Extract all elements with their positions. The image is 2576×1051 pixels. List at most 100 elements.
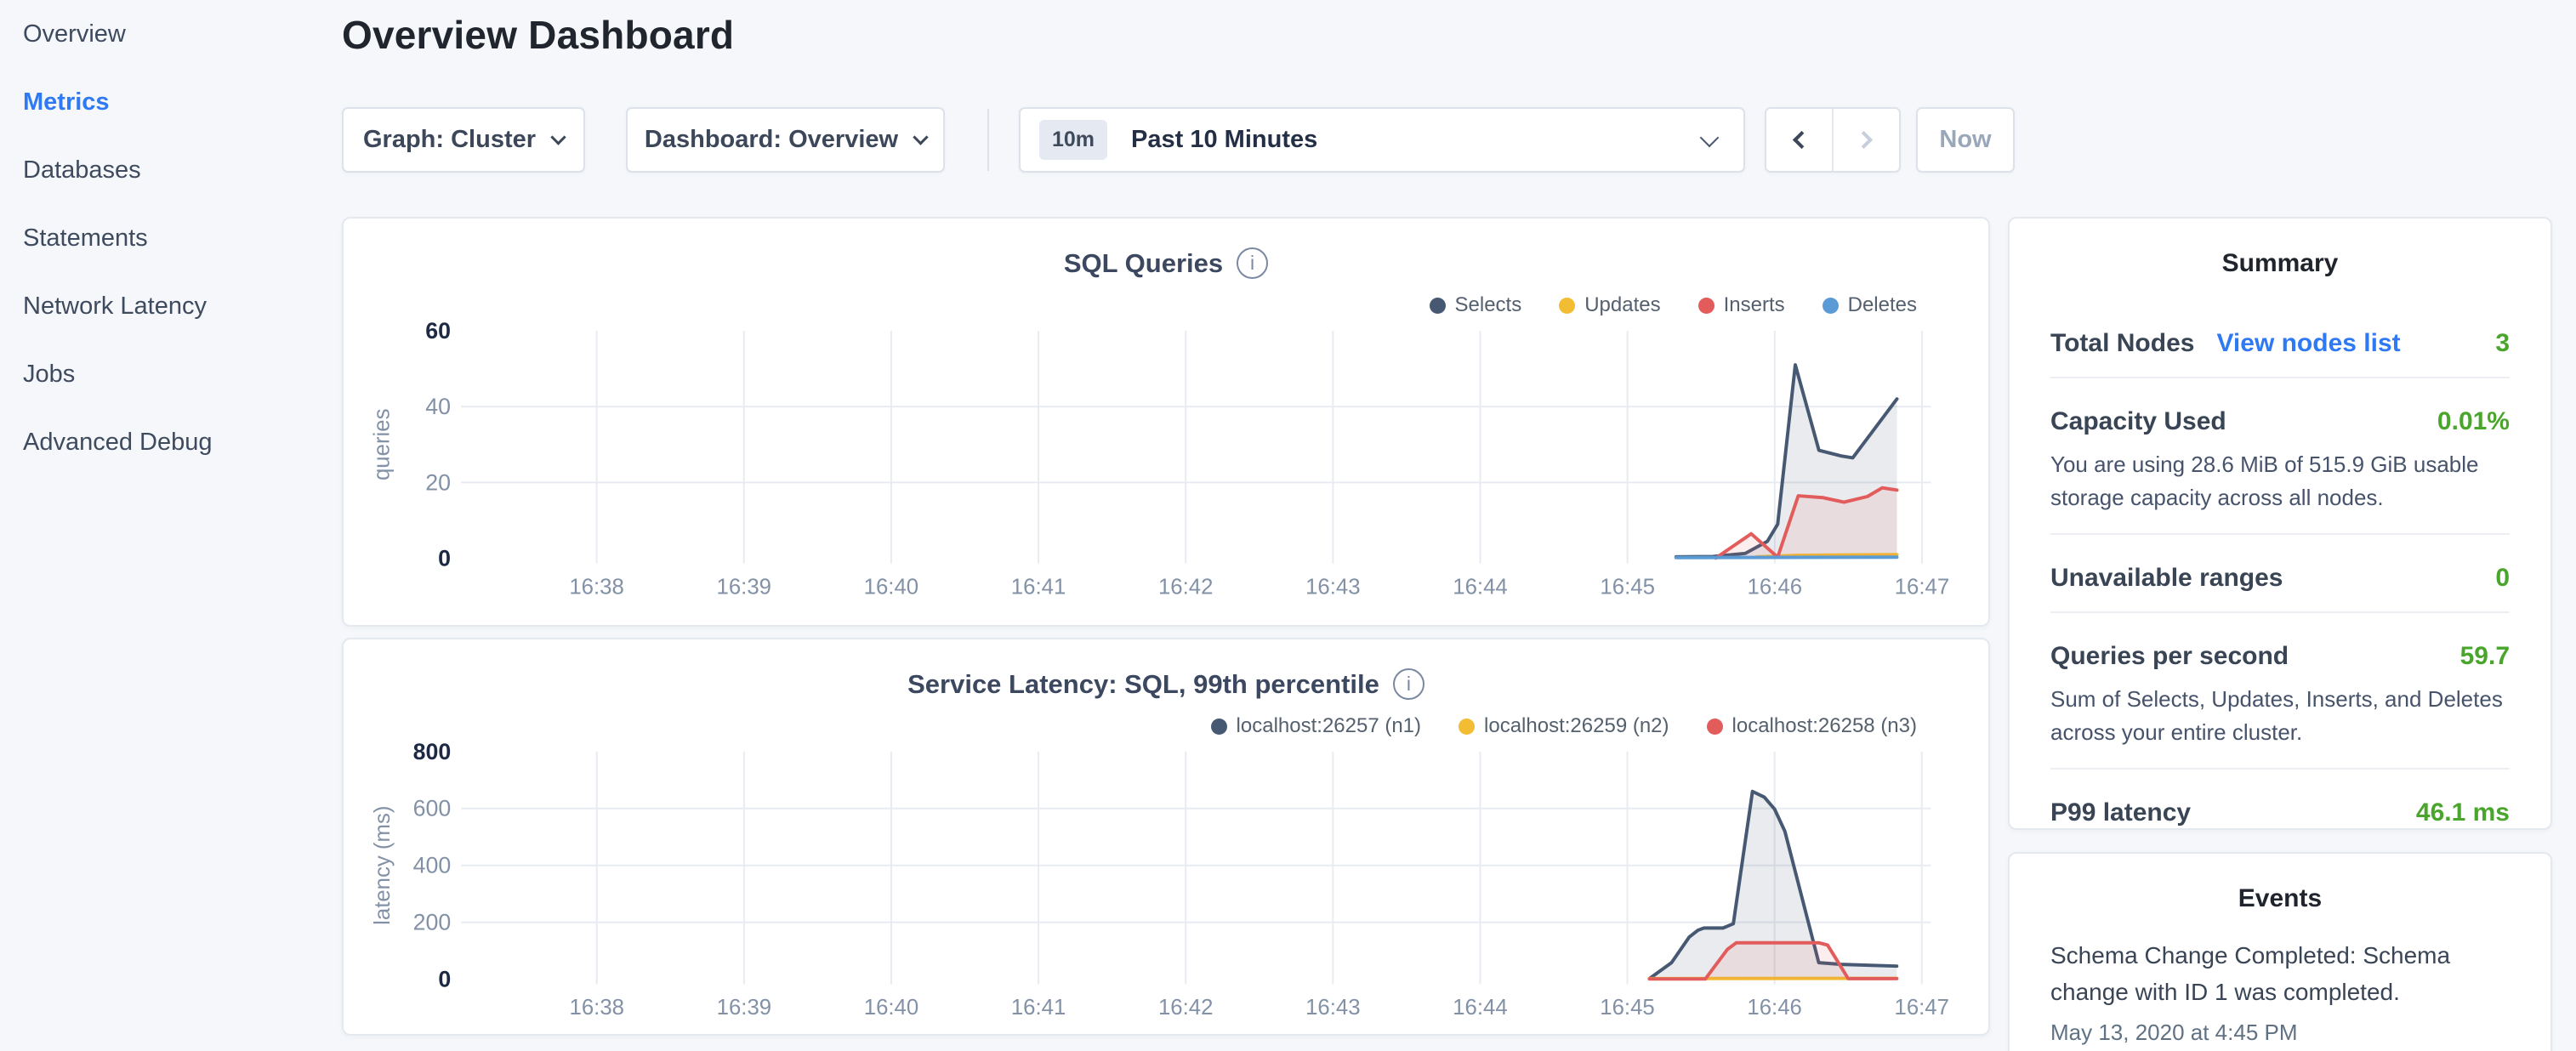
view-nodes-list-link[interactable]: View nodes list (2216, 329, 2400, 358)
summary-row-value: 0 (2495, 564, 2510, 593)
event-list: Schema Change Completed: Schema change w… (2050, 937, 2510, 1046)
legend-dot (1707, 719, 1723, 735)
controls-divider (987, 109, 989, 171)
svg-text:16:45: 16:45 (1600, 575, 1654, 599)
chevron-left-icon (1793, 131, 1811, 149)
event-text: Schema Change Completed: Schema change w… (2050, 937, 2510, 1011)
svg-text:16:46: 16:46 (1747, 996, 1801, 1020)
svg-text:16:41: 16:41 (1011, 996, 1066, 1020)
graph-dropdown-label: Graph: Cluster (363, 126, 536, 154)
svg-text:16:39: 16:39 (717, 996, 771, 1020)
summary-row-total-nodes: Total Nodes View nodes list 3 (2050, 312, 2510, 378)
summary-row-label: Capacity Used (2050, 407, 2226, 436)
sidebar-item-metrics[interactable]: Metrics (0, 68, 333, 136)
svg-text:16:39: 16:39 (717, 575, 771, 599)
legend-label: Inserts (1724, 293, 1785, 317)
time-range-label: Past 10 Minutes (1131, 126, 1317, 154)
summary-row-label: Total Nodes (2050, 329, 2194, 358)
info-icon[interactable]: i (1237, 247, 1268, 279)
event-item[interactable]: Schema Change Completed: Schema change w… (2050, 937, 2510, 1046)
info-icon[interactable]: i (1393, 668, 1424, 700)
svg-text:200: 200 (413, 910, 452, 935)
chevron-right-icon (1855, 131, 1873, 149)
chevron-down-icon (1700, 128, 1720, 147)
legend-label: localhost:26259 (n2) (1484, 714, 1669, 738)
chevron-down-icon (550, 129, 566, 145)
sql-queries-plot: 16:3816:3916:4016:4116:4216:4316:4416:45… (344, 219, 1988, 625)
summary-panel: Summary Total Nodes View nodes list 3 Capac… (2008, 217, 2552, 830)
sidebar-item-advanced-debug[interactable]: Advanced Debug (0, 408, 333, 476)
events-title: Events (2010, 884, 2550, 913)
legend-dot (1559, 298, 1575, 314)
legend-item-localhost-26258-n3: localhost:26258 (n3) (1707, 714, 1917, 738)
legend-item-localhost-26259-n2: localhost:26259 (n2) (1459, 714, 1669, 738)
summary-row-unavailable-ranges: Unavailable ranges 0 (2050, 535, 2510, 613)
legend-dot (1211, 719, 1227, 735)
graph-dropdown[interactable]: Graph: Cluster (342, 107, 585, 173)
time-prev-button[interactable] (1766, 109, 1832, 171)
summary-rows: Total Nodes View nodes list 3 Capacity Used… (2050, 312, 2510, 846)
svg-text:16:44: 16:44 (1453, 996, 1507, 1020)
svg-text:16:44: 16:44 (1453, 575, 1507, 599)
time-range-badge: 10m (1039, 120, 1107, 160)
legend-dot (1430, 298, 1446, 314)
sidebar-item-overview[interactable]: Overview (0, 0, 333, 68)
sidebar-item-network-latency[interactable]: Network Latency (0, 272, 333, 340)
svg-text:16:45: 16:45 (1600, 996, 1654, 1020)
summary-row-value: 3 (2495, 329, 2510, 358)
dashboard-dropdown-label: Dashboard: Overview (645, 126, 898, 154)
chart-legend: localhost:26257 (n1) localhost:26259 (n2)… (1211, 714, 1917, 738)
svg-text:600: 600 (413, 796, 452, 821)
legend-label: localhost:26257 (n1) (1237, 714, 1421, 738)
svg-text:latency (ms): latency (ms) (371, 806, 395, 925)
svg-text:16:40: 16:40 (864, 575, 918, 599)
svg-text:60: 60 (425, 318, 451, 344)
summary-row-value: 59.7 (2460, 642, 2510, 671)
chevron-down-icon (913, 129, 928, 145)
svg-text:800: 800 (413, 739, 452, 764)
chart-title: Service Latency: SQL, 99th percentile (907, 669, 1379, 700)
summary-row-description: You are using 28.6 MiB of 515.9 GiB usab… (2050, 448, 2510, 514)
page-title: Overview Dashboard (342, 12, 734, 58)
service-latency-chart-card: 16:3816:3916:4016:4116:4216:4316:4416:45… (342, 638, 1990, 1036)
legend-item-selects: Selects (1430, 293, 1522, 317)
svg-text:0: 0 (438, 546, 451, 571)
legend-label: Deletes (1848, 293, 1917, 317)
sidebar-item-jobs[interactable]: Jobs (0, 340, 333, 408)
legend-label: Updates (1584, 293, 1660, 317)
summary-row-label: Unavailable ranges (2050, 564, 2283, 593)
chart-title: SQL Queries (1064, 248, 1223, 279)
events-panel: Events Schema Change Completed: Schema c… (2008, 852, 2552, 1051)
summary-row-value: 0.01% (2437, 407, 2510, 436)
svg-text:16:42: 16:42 (1158, 996, 1213, 1020)
summary-row-value: 46.1 ms (2416, 798, 2510, 827)
svg-text:40: 40 (425, 394, 451, 419)
summary-title: Summary (2010, 249, 2550, 278)
svg-text:16:40: 16:40 (864, 996, 918, 1020)
svg-text:16:41: 16:41 (1011, 575, 1066, 599)
summary-row-p99-latency: P99 latency 46.1 ms (2050, 770, 2510, 846)
legend-dot (1823, 298, 1839, 314)
svg-text:16:47: 16:47 (1895, 575, 1949, 599)
event-timestamp: May 13, 2020 at 4:45 PM (2050, 1020, 2510, 1046)
now-button[interactable]: Now (1916, 107, 2015, 173)
svg-text:16:46: 16:46 (1748, 575, 1802, 599)
svg-text:16:38: 16:38 (569, 575, 623, 599)
summary-row-description: Sum of Selects, Updates, Inserts, and De… (2050, 683, 2510, 749)
sql-queries-chart-card: 16:3816:3916:4016:4116:4216:4316:4416:45… (342, 217, 1990, 627)
sidebar-item-databases[interactable]: Databases (0, 136, 333, 204)
svg-text:20: 20 (425, 469, 451, 495)
time-range-selector[interactable]: 10m Past 10 Minutes (1019, 107, 1745, 173)
sidebar-nav: OverviewMetricsDatabasesStatementsNetwor… (0, 0, 333, 1051)
legend-item-updates: Updates (1559, 293, 1660, 317)
legend-item-inserts: Inserts (1698, 293, 1785, 317)
summary-row-label: P99 latency (2050, 798, 2191, 827)
legend-label: Selects (1455, 293, 1522, 317)
time-next-button[interactable] (1832, 109, 1899, 171)
summary-row-capacity-used: Capacity Used 0.01% You are using 28.6 MiB… (2050, 378, 2510, 535)
legend-item-localhost-26257-n1: localhost:26257 (n1) (1211, 714, 1421, 738)
sidebar-item-statements[interactable]: Statements (0, 204, 333, 272)
legend-dot (1698, 298, 1714, 314)
dashboard-dropdown[interactable]: Dashboard: Overview (626, 107, 945, 173)
svg-text:queries: queries (371, 409, 395, 481)
